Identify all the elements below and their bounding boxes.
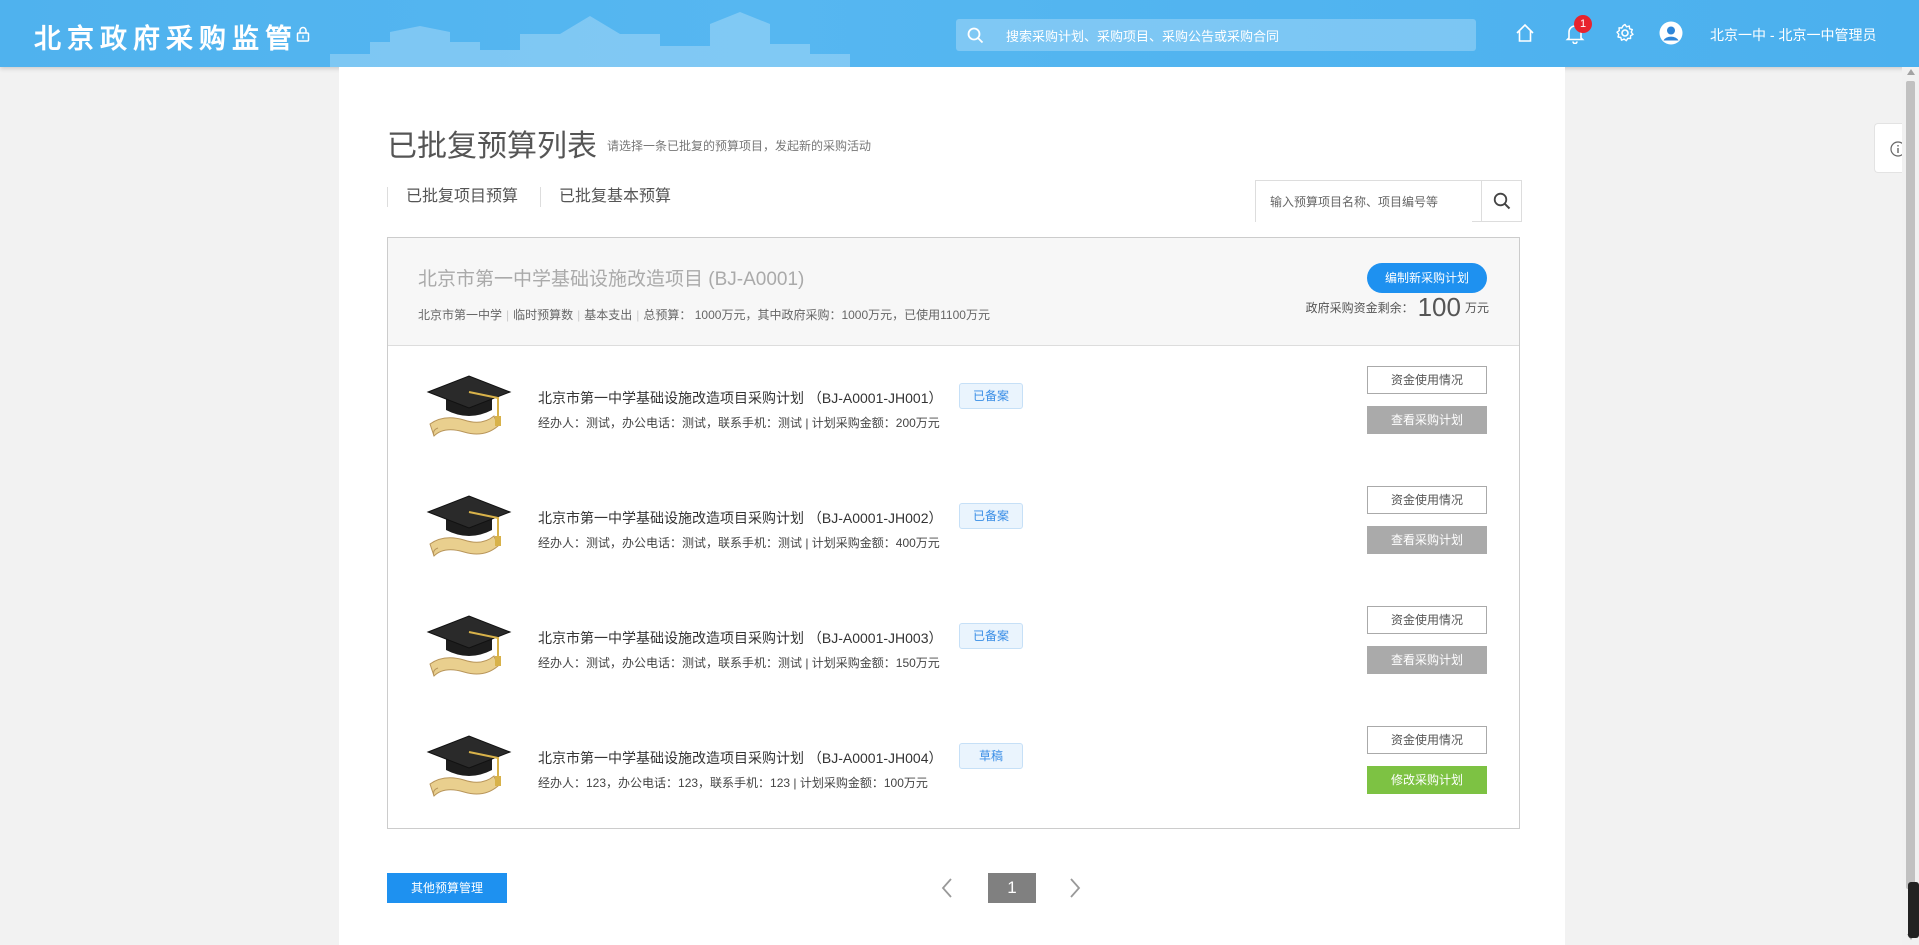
- plan-info: 经办人：测试，办公电话：测试，联系手机：测试 | 计划采购金额：150万元: [538, 656, 940, 670]
- notification-badge[interactable]: 1: [1574, 15, 1592, 33]
- plan-title[interactable]: 北京市第一中学基础设施改造项目采购计划 （BJ-A0001-JH004）: [538, 748, 943, 768]
- gear-icon[interactable]: [1614, 22, 1636, 44]
- other-budget-button[interactable]: 其他预算管理: [387, 873, 507, 903]
- scroll-up-arrow[interactable]: [1907, 69, 1915, 75]
- new-plan-button[interactable]: 编制新采购计划: [1367, 263, 1487, 293]
- tab-basic-budget[interactable]: 已批复基本预算: [540, 187, 671, 207]
- project-budget-type: 临时预算数: [513, 308, 574, 322]
- page-title: 已批复预算列表: [387, 130, 597, 163]
- remaining-label: 政府采购资金剩余：: [1305, 301, 1414, 315]
- plan-info: 经办人：123，办公电话：123，联系手机：123 | 计划采购金额：100万元: [538, 776, 928, 790]
- project-budget-summary: 总预算： 1000万元，其中政府采购：1000万元，已使用1100万元: [643, 308, 990, 322]
- user-name[interactable]: 北京一中 - 北京一中管理员: [1710, 25, 1876, 45]
- plan-info: 经办人：测试，办公电话：测试，联系手机：测试 | 计划采购金额：400万元: [538, 536, 940, 550]
- project-meta: 北京市第一中学 | 临时预算数 | 基本支出 | 总预算： 1000万元，其中政府采购：10…: [418, 308, 990, 322]
- budget-search-input[interactable]: [1256, 181, 1472, 223]
- project-org: 北京市第一中学: [418, 308, 503, 322]
- fund-usage-button[interactable]: 资金使用情况: [1367, 606, 1487, 634]
- budget-search: [1255, 180, 1481, 223]
- lock-icon[interactable]: [296, 26, 310, 42]
- plan-row: 北京市第一中学基础设施改造项目采购计划 （BJ-A0001-JH002） 经办人…: [388, 466, 1519, 586]
- plan-title[interactable]: 北京市第一中学基础设施改造项目采购计划 （BJ-A0001-JH003）: [538, 628, 943, 648]
- view-plan-button[interactable]: 查看采购计划: [1367, 646, 1487, 674]
- home-icon[interactable]: [1514, 22, 1536, 44]
- plan-row: 北京市第一中学基础设施改造项目采购计划 （BJ-A0001-JH004） 经办人…: [388, 706, 1519, 826]
- skyline-decoration: [330, 12, 850, 67]
- budget-search-button[interactable]: [1481, 180, 1522, 222]
- remaining-unit: 万元: [1464, 301, 1489, 315]
- search-icon: [1493, 192, 1511, 210]
- plan-title[interactable]: 北京市第一中学基础设施改造项目采购计划 （BJ-A0001-JH002）: [538, 508, 943, 528]
- graduation-cap-icon: [426, 615, 512, 677]
- plan-info: 经办人：测试，办公电话：测试，联系手机：测试 | 计划采购金额：200万元: [538, 416, 940, 430]
- status-badge: 已备案: [959, 383, 1023, 409]
- status-badge: 已备案: [959, 623, 1023, 649]
- project-expense-type: 基本支出: [584, 308, 633, 322]
- side-widget[interactable]: [1908, 882, 1919, 938]
- project-title: 北京市第一中学基础设施改造项目 (BJ-A0001): [418, 269, 805, 290]
- plan-title[interactable]: 北京市第一中学基础设施改造项目采购计划 （BJ-A0001-JH001）: [538, 388, 943, 408]
- graduation-cap-icon: [426, 735, 512, 797]
- top-bar: 北京政府采购监管 1 北京一中 - 北京一中管理员: [0, 0, 1919, 67]
- fund-usage-button[interactable]: 资金使用情况: [1367, 366, 1487, 394]
- page-number[interactable]: 1: [988, 873, 1036, 903]
- edit-plan-button[interactable]: 修改采购计划: [1367, 766, 1487, 794]
- global-search[interactable]: [956, 19, 1476, 53]
- status-badge: 已备案: [959, 503, 1023, 529]
- global-search-input[interactable]: [1004, 19, 1468, 53]
- view-plan-button[interactable]: 查看采购计划: [1367, 526, 1487, 554]
- main-panel: 已批复预算列表 请选择一条已批复的预算项目，发起新的采购活动 已批复项目预算 已…: [339, 67, 1565, 945]
- tab-project-budget[interactable]: 已批复项目预算: [387, 187, 518, 207]
- project-header: 北京市第一中学基础设施改造项目 (BJ-A0001) 北京市第一中学 | 临时预算数…: [388, 238, 1519, 346]
- graduation-cap-icon: [426, 375, 512, 437]
- app-logo[interactable]: 北京政府采购监管: [34, 17, 298, 56]
- page-scrollbar[interactable]: [1902, 67, 1919, 945]
- fund-usage-button[interactable]: 资金使用情况: [1367, 726, 1487, 754]
- status-badge: 草稿: [959, 743, 1023, 769]
- budget-project-card: 北京市第一中学基础设施改造项目 (BJ-A0001) 北京市第一中学 | 临时预算数…: [387, 237, 1520, 829]
- remaining-value: 100: [1417, 292, 1461, 322]
- search-icon[interactable]: [967, 27, 984, 44]
- view-plan-button[interactable]: 查看采购计划: [1367, 406, 1487, 434]
- chevron-left-icon[interactable]: [939, 875, 955, 901]
- page-hint: 请选择一条已批复的预算项目，发起新的采购活动: [607, 139, 872, 153]
- plan-row: 北京市第一中学基础设施改造项目采购计划 （BJ-A0001-JH001） 经办人…: [388, 346, 1519, 466]
- user-avatar-icon[interactable]: [1659, 21, 1683, 45]
- remaining-funds: 政府采购资金剩余： 100 万元: [1306, 292, 1489, 323]
- fund-usage-button[interactable]: 资金使用情况: [1367, 486, 1487, 514]
- chevron-right-icon[interactable]: [1067, 875, 1083, 901]
- graduation-cap-icon: [426, 495, 512, 557]
- plan-row: 北京市第一中学基础设施改造项目采购计划 （BJ-A0001-JH003） 经办人…: [388, 586, 1519, 706]
- scroll-thumb[interactable]: [1906, 81, 1915, 889]
